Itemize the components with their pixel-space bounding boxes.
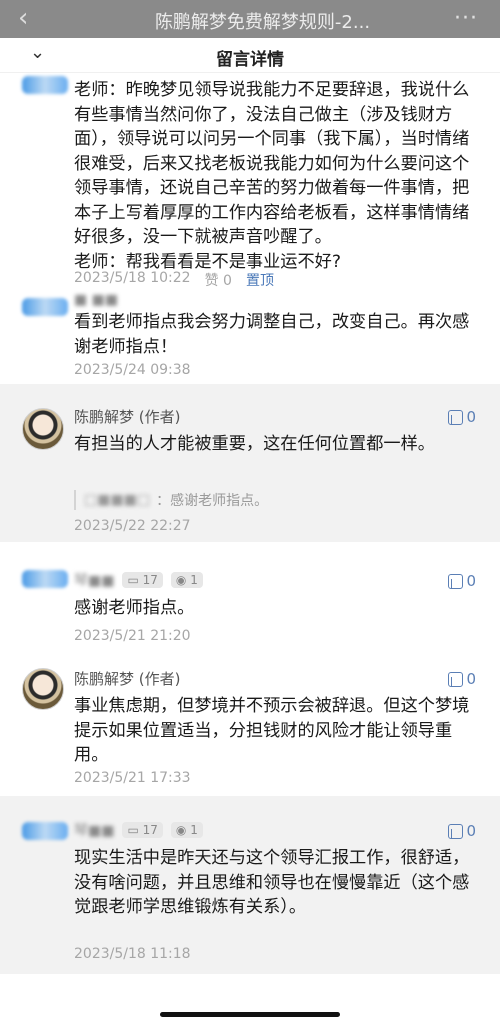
comment-item-author: 陈鹏解梦 (作者) 0 有担当的人才能被重要，这在任何位置都一样。 □■■■□ … xyxy=(0,384,500,542)
avatar xyxy=(22,570,68,588)
avatar xyxy=(22,76,68,94)
comment-time-row: 2023/5/21 17:33 xyxy=(74,770,191,786)
thumbs-up-icon xyxy=(448,409,464,425)
author-avatar xyxy=(22,668,64,710)
pin-link[interactable]: 置顶 xyxy=(246,270,274,290)
thumbs-up-icon xyxy=(448,823,464,839)
like-button[interactable]: 0 xyxy=(448,670,476,688)
badge-level: ▭ 17 xyxy=(122,572,163,588)
like-button[interactable]: 0 xyxy=(448,822,476,840)
badge-count: ◉ 1 xyxy=(170,822,203,838)
comment-time: 2023/5/21 17:33 xyxy=(74,770,191,786)
like-button[interactable]: 0 xyxy=(448,572,476,590)
thumbs-up-icon xyxy=(448,573,464,589)
like-count: 0 xyxy=(466,408,476,426)
comment-text: 老师：昨晚梦见领导说我能力不足要辞退，我说什么有些事情当然问你了，没法自己做主（… xyxy=(74,80,470,272)
comment-item: ■ ■■ 看到老师指点我会努力调整自己，改变自己。再次感谢老师指点！ 2023/… xyxy=(0,292,500,384)
comment-meta: ■ ■■ xyxy=(74,292,118,308)
comment-meta: 陈鹏解梦 (作者) xyxy=(74,406,180,427)
comment-meta-row: 2023/5/18 10:22 赞 0 置顶 xyxy=(74,270,274,290)
comment-meta: 陈鹏解梦 (作者) xyxy=(74,668,180,689)
comment-meta: 琴■■ ▭ 17 ◉ 1 xyxy=(74,820,203,840)
comment-meta: 琴■■ ▭ 17 ◉ 1 xyxy=(74,570,203,590)
comment-time: 2023/5/22 22:27 xyxy=(74,518,191,534)
comment-item: 老师：昨晚梦见领导说我能力不足要辞退，我说什么有些事情当然问你了，没法自己做主（… xyxy=(0,72,500,292)
user-name-blurred: 琴■■ xyxy=(74,573,115,589)
comment-text: 事业焦虑期，但梦境并不预示会被辞退。但这个梦境提示如果位置适当，分担钱财的风险才… xyxy=(74,696,470,765)
home-indicator[interactable] xyxy=(160,1012,340,1017)
comment-time: 2023/5/18 10:22 xyxy=(74,270,191,286)
like-button[interactable]: 0 xyxy=(448,408,476,426)
comment-time-row: 2023/5/24 09:38 xyxy=(74,362,191,378)
avatar xyxy=(22,822,68,840)
comment-item-author: 陈鹏解梦 (作者) 0 事业焦虑期，但梦境并不预示会被辞退。但这个梦境提示如果位… xyxy=(0,664,500,796)
top-navigation-bar: ‹ 陈鹏解梦免费解梦规则-2... ··· xyxy=(0,0,500,38)
comment-detail-sheet: ⌄ 留言详情 老师：昨晚梦见领导说我能力不足要辞退，我说什么有些事情当然问你了，… xyxy=(0,38,500,1027)
badge-count: ◉ 1 xyxy=(170,572,203,588)
quoted-text: ：感谢老师指点。 xyxy=(156,493,269,509)
thumbs-up-icon xyxy=(448,671,464,687)
comment-text: 看到老师指点我会努力调整自己，改变自己。再次感谢老师指点！ xyxy=(74,312,470,357)
user-name-blurred: 琴■■ xyxy=(74,823,115,839)
page-title: 陈鹏解梦免费解梦规则-2... xyxy=(154,12,371,33)
author-avatar xyxy=(22,408,64,450)
like-count: 赞 0 xyxy=(204,273,232,289)
comment-item: 琴■■ ▭ 17 ◉ 1 0 现实生活中是昨天还与这个领导汇报工作，很舒适，没有… xyxy=(0,796,500,974)
comment-text: 现实生活中是昨天还与这个领导汇报工作，很舒适，没有啥问题，并且思维和领导也在慢慢… xyxy=(74,848,470,917)
comment-text: 感谢老师指点。 xyxy=(74,598,195,618)
comment-time: 2023/5/24 09:38 xyxy=(74,362,191,378)
like-count: 0 xyxy=(466,822,476,840)
badge-level: ▭ 17 xyxy=(122,822,163,838)
comment-text: 有担当的人才能被重要，这在任何位置都一样。 xyxy=(74,434,435,454)
quoted-user-blurred: □■■■□ xyxy=(84,492,151,508)
more-options-icon[interactable]: ··· xyxy=(454,6,478,31)
comment-time-row: 2023/5/21 21:20 xyxy=(74,628,191,644)
avatar xyxy=(22,298,68,316)
comment-time-row: 2023/5/18 11:18 xyxy=(74,946,191,962)
comment-time: 2023/5/21 21:20 xyxy=(74,628,191,644)
back-arrow-icon[interactable]: ‹ xyxy=(18,4,28,32)
comment-item: 琴■■ ▭ 17 ◉ 1 0 感谢老师指点。 2023/5/21 21:20 xyxy=(0,542,500,664)
sheet-header: ⌄ 留言详情 xyxy=(0,38,500,73)
author-name[interactable]: 陈鹏解梦 (作者) xyxy=(74,406,180,427)
sheet-title: 留言详情 xyxy=(216,50,284,70)
like-count: 0 xyxy=(466,670,476,688)
comment-time: 2023/5/18 11:18 xyxy=(74,946,191,962)
author-name[interactable]: 陈鹏解梦 (作者) xyxy=(74,668,180,689)
like-count: 0 xyxy=(466,572,476,590)
comment-time-row: 2023/5/22 22:27 xyxy=(74,518,191,534)
user-name-blurred: ■ ■■ xyxy=(74,292,119,308)
quoted-reply: □■■■□ ：感谢老师指点。 xyxy=(74,490,268,510)
